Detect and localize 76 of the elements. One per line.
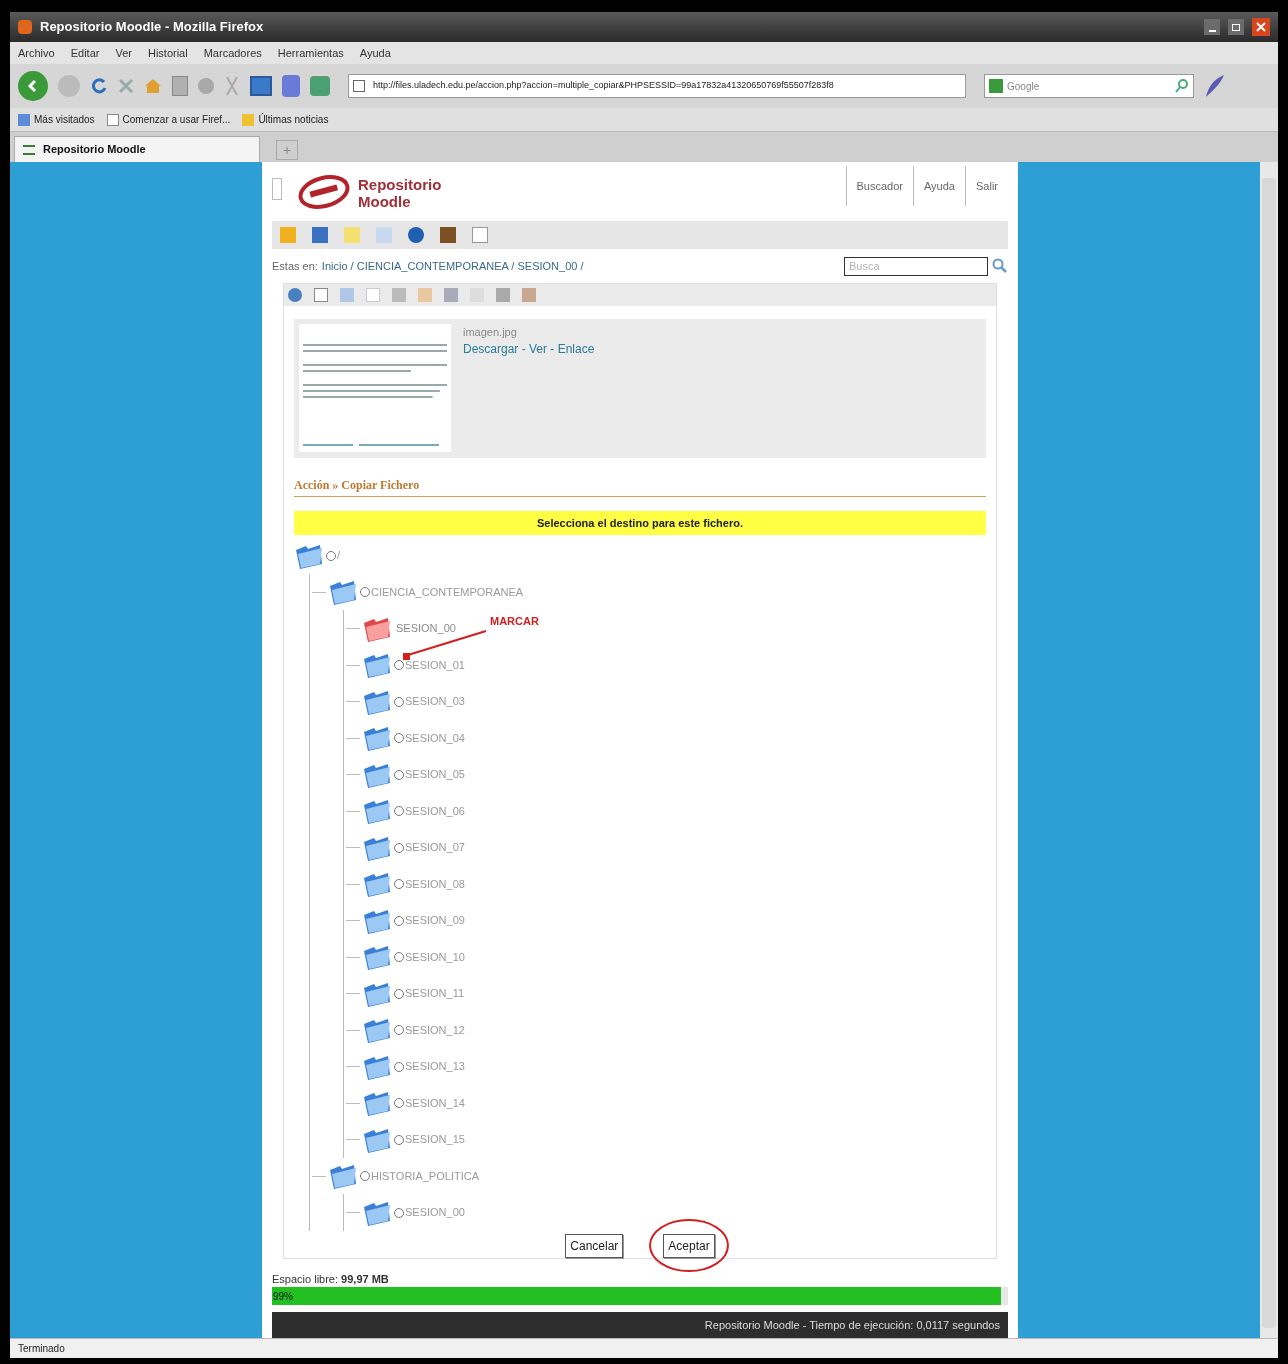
radio-button[interactable]: SESION_12 — [394, 1021, 465, 1039]
free-space-text: Espacio libre: 99,97 MB — [272, 1271, 390, 1287]
scissors-icon[interactable] — [224, 76, 240, 96]
radio-button[interactable]: SESION_14 — [394, 1094, 465, 1112]
menu-item[interactable]: Ver — [115, 44, 132, 62]
radio-button[interactable]: SESION_00 — [394, 1204, 465, 1221]
bookmark-link[interactable]: Más visitados — [18, 112, 95, 127]
window-title: Repositorio Moodle - Mozilla Firefox — [40, 18, 264, 37]
logo-icon — [298, 174, 350, 210]
section-heading: Acción » Copiar Fichero — [294, 475, 986, 497]
radio-button[interactable]: CIENCIA_CONTEMPORANEA — [360, 583, 524, 601]
bookmark-link[interactable]: Comenzar a usar Firef... — [106, 112, 231, 127]
radio-button[interactable]: SESION_07 — [394, 839, 465, 856]
radio-button[interactable]: SESION_05 — [394, 766, 465, 783]
nav-link[interactable]: Salir — [965, 166, 1008, 206]
toolbar-icon[interactable] — [172, 76, 188, 96]
site-title: Repositorio Moodle — [358, 176, 443, 210]
home-icon[interactable] — [144, 78, 162, 94]
annotation-label: MARCAR — [490, 614, 539, 630]
menu-icon[interactable] — [272, 178, 282, 200]
search-icon[interactable] — [992, 258, 1008, 275]
breadcrumb-path[interactable]: Inicio / CIENCIA_CONTEMPORANEA / SESION_00 / — [321, 257, 584, 275]
search-bar[interactable]: Google — [984, 74, 1194, 98]
globe-icon[interactable] — [288, 287, 302, 302]
radio-button[interactable]: SESION_13 — [394, 1058, 465, 1075]
toolbar-icon[interactable] — [198, 78, 214, 94]
search-icon[interactable] — [1175, 79, 1189, 93]
close-button[interactable] — [1252, 18, 1270, 36]
address-bar[interactable]: http://files.uladech.edu.pe/accion.php?accion=multiple_copiar&PHPSESSID=99a17832a41320650769f55507f283f8 — [348, 74, 966, 98]
dialog-button[interactable]: Aceptar — [663, 1233, 715, 1258]
breadcrumb-label: Estas en: — [272, 258, 318, 274]
close-icon — [1256, 22, 1266, 32]
bookmark-link[interactable]: Últimas noticias — [242, 112, 329, 127]
forward-button[interactable] — [58, 75, 80, 97]
file-name: imagen.jpg — [463, 324, 518, 340]
stop-icon[interactable] — [118, 78, 134, 94]
menu-item[interactable]: Marcadores — [203, 44, 262, 62]
dialog-button[interactable]: Cancelar — [565, 1233, 624, 1258]
folder-label: SESION_00 — [396, 621, 456, 637]
globe-icon[interactable] — [408, 227, 424, 244]
scrollbar[interactable] — [1260, 162, 1278, 1338]
reload-icon[interactable] — [90, 77, 108, 95]
search-field[interactable]: Busca — [844, 256, 988, 276]
menu-item[interactable]: Herramientas — [277, 44, 344, 62]
notice-banner: Selecciona el destino para este fichero. — [294, 510, 986, 536]
radio-button[interactable]: SESION_06 — [394, 802, 465, 820]
menu-item[interactable]: Editar — [70, 44, 100, 62]
radio-button[interactable]: SESION_04 — [394, 729, 465, 747]
tab[interactable]: Repositorio Moodle — [14, 136, 260, 162]
search-engine-icon — [989, 79, 1003, 93]
radio-button[interactable]: / — [326, 547, 341, 564]
usage-label: 99% — [273, 1290, 293, 1305]
back-button[interactable] — [18, 71, 48, 101]
radio-button[interactable]: SESION_11 — [394, 985, 465, 1002]
file-links[interactable]: Descargar - Ver - Enlace — [463, 340, 595, 359]
nav-link[interactable]: Buscador — [845, 166, 913, 206]
window-icon[interactable] — [250, 76, 272, 96]
radio-button[interactable]: SESION_03 — [394, 693, 465, 710]
radio-button[interactable]: SESION_09 — [394, 912, 465, 929]
menu-item[interactable]: Ayuda — [359, 44, 391, 62]
maximize-button[interactable] — [1228, 19, 1244, 35]
nav-link[interactable]: Ayuda — [913, 166, 965, 206]
browser-icon — [18, 20, 32, 34]
search-input[interactable]: Google — [1007, 78, 1171, 94]
footer-text: Repositorio Moodle - Tiempo de ejecución: 0,0117 segundos — [704, 1317, 1000, 1333]
radio-button[interactable]: HISTORIA_POLITICA — [360, 1167, 479, 1185]
new-tab-button[interactable]: + — [276, 140, 298, 160]
status-text: Terminado — [18, 1342, 65, 1356]
radio-button[interactable]: SESION_01 — [394, 656, 465, 674]
menu-item[interactable]: Historial — [147, 44, 188, 62]
radio-button[interactable]: SESION_08 — [394, 875, 465, 893]
radio-button[interactable]: SESION_10 — [394, 948, 465, 966]
menu-item[interactable]: Archivo — [18, 44, 55, 62]
feather-icon[interactable] — [1204, 73, 1226, 99]
radio-button[interactable]: SESION_15 — [394, 1131, 465, 1148]
minimize-button[interactable] — [1204, 19, 1220, 35]
